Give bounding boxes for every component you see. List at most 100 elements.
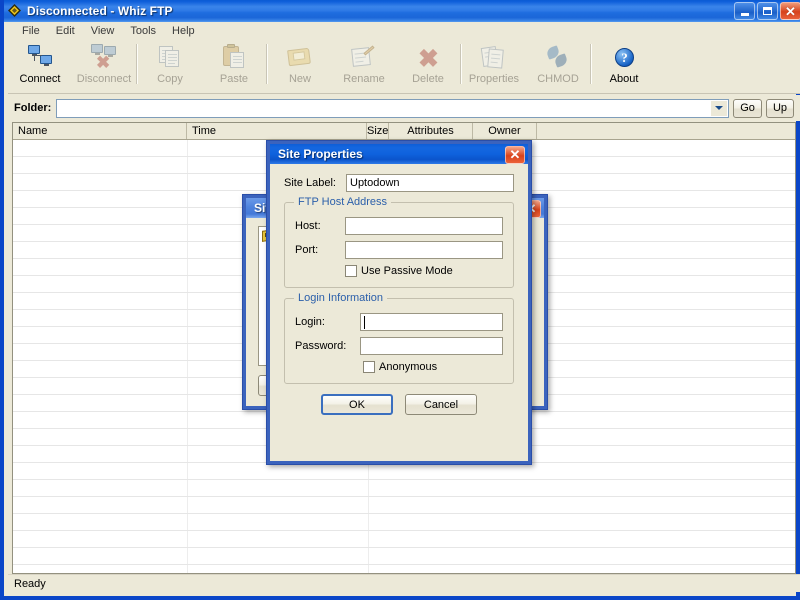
about-help-icon: ?	[609, 44, 639, 72]
up-button[interactable]: Up	[765, 98, 794, 118]
menubar: File Edit View Tools Help	[8, 22, 800, 40]
column-header-name[interactable]: Name	[13, 123, 187, 139]
properties-pages-icon	[479, 44, 509, 72]
port-input[interactable]	[346, 242, 502, 258]
ftp-host-address-group: FTP Host Address Host: Port: Use Passive…	[284, 196, 514, 288]
menu-item-help[interactable]: Help	[164, 24, 203, 38]
site-label-input[interactable]	[347, 175, 513, 191]
text-caret	[363, 316, 365, 329]
toolbar-label-new: New	[288, 73, 311, 85]
toolbar-label-chmod: CHMOD	[537, 73, 579, 85]
file-list-header: Name Time Size Attributes Owner	[13, 123, 795, 140]
passive-mode-checkbox[interactable]	[345, 265, 357, 277]
close-button[interactable]: ✕	[780, 2, 800, 20]
anonymous-checkbox-row[interactable]: Anonymous	[363, 361, 503, 373]
minimize-icon	[740, 12, 749, 16]
window-title: Disconnected - Whiz FTP	[27, 4, 173, 18]
toolbar-label-rename: Rename	[343, 73, 385, 85]
site-label-caption: Site Label:	[284, 177, 336, 189]
minimize-button[interactable]	[734, 2, 755, 20]
toolbar-button-about[interactable]: ? About	[592, 40, 656, 90]
application-window: Disconnected - Whiz FTP ✕ File Edit View…	[0, 0, 800, 600]
toolbar-label-delete: Delete	[412, 73, 444, 85]
column-header-attributes[interactable]: Attributes	[389, 123, 473, 139]
maximize-icon	[763, 7, 772, 15]
login-information-group: Login Information Login: Password: Anony…	[284, 292, 514, 384]
site-properties-content: Site Label: FTP Host Address Host:	[270, 164, 528, 425]
column-header-owner[interactable]: Owner	[473, 123, 537, 139]
menu-item-file[interactable]: File	[14, 24, 48, 38]
login-row: Login:	[295, 313, 503, 331]
menu-item-tools[interactable]: Tools	[122, 24, 164, 38]
password-field[interactable]	[359, 337, 503, 355]
site-properties-title: Site Properties	[278, 147, 363, 161]
passive-mode-checkbox-row[interactable]: Use Passive Mode	[345, 265, 503, 277]
close-icon: ✕	[509, 147, 521, 162]
password-row: Password:	[295, 337, 503, 355]
toolbar-button-connect[interactable]: Connect	[8, 40, 72, 90]
folder-combobox[interactable]	[56, 98, 730, 118]
toolbar-label-about: About	[609, 73, 639, 85]
maximize-button[interactable]	[757, 2, 778, 20]
toolbar-label-disconnect: Disconnect	[76, 73, 132, 85]
site-properties-close-button[interactable]: ✕	[505, 146, 525, 164]
toolbar-label-connect: Connect	[19, 73, 61, 85]
host-caption: Host:	[295, 220, 321, 232]
toolbar-button-chmod[interactable]: CHMOD	[526, 40, 590, 90]
toolbar-button-copy[interactable]: Copy	[138, 40, 202, 90]
password-caption: Password:	[295, 340, 347, 352]
host-input[interactable]	[346, 218, 502, 234]
column-header-size[interactable]: Size	[367, 123, 389, 139]
paste-clipboard-icon	[219, 44, 249, 72]
folder-input[interactable]	[57, 99, 729, 117]
menu-item-edit[interactable]: Edit	[48, 24, 83, 38]
host-row: Host:	[295, 217, 503, 235]
status-text: Ready	[14, 577, 46, 590]
toolbar-button-disconnect[interactable]: ✖ Disconnect	[72, 40, 136, 90]
folder-bar: Folder: Go Up	[8, 95, 800, 121]
anonymous-checkbox[interactable]	[363, 361, 375, 373]
status-bar: Ready	[8, 574, 800, 592]
go-button[interactable]: Go	[733, 98, 762, 118]
column-header-spacer	[537, 123, 795, 139]
connect-network-icon	[25, 44, 55, 72]
anonymous-label: Anonymous	[379, 361, 438, 373]
cancel-button[interactable]: Cancel	[405, 394, 477, 415]
toolbar-label-copy: Copy	[157, 73, 183, 85]
column-header-time[interactable]: Time	[187, 123, 367, 139]
toolbar-label-paste: Paste	[219, 73, 249, 85]
site-label-row: Site Label:	[284, 174, 514, 192]
menu-item-view[interactable]: View	[83, 24, 123, 38]
ftp-host-address-group-title: FTP Host Address	[294, 196, 392, 208]
site-label-field[interactable]	[346, 174, 514, 192]
toolbar-button-rename[interactable]: Rename	[332, 40, 396, 90]
site-properties-dialog[interactable]: Site Properties ✕ Site Label: FTP Host A…	[266, 140, 532, 465]
site-properties-button-row: OK Cancel	[284, 394, 514, 415]
port-field[interactable]	[345, 241, 503, 259]
login-caption: Login:	[295, 316, 325, 328]
folder-label: Folder:	[14, 102, 52, 114]
login-field[interactable]	[359, 313, 503, 331]
new-folder-icon	[285, 44, 315, 72]
delete-x-icon: ✖	[418, 45, 439, 73]
password-input[interactable]	[360, 338, 502, 354]
window-titlebar[interactable]: Disconnected - Whiz FTP ✕	[4, 0, 800, 22]
ok-button[interactable]: OK	[321, 394, 393, 415]
site-properties-body: Site Label: FTP Host Address Host:	[267, 164, 531, 464]
chmod-arrows-icon	[543, 44, 573, 72]
whiz-ftp-diamond-icon	[7, 3, 23, 19]
toolbar-button-new[interactable]: New	[268, 40, 332, 90]
disconnect-network-icon: ✖	[89, 44, 119, 72]
toolbar-button-delete[interactable]: ✖ Delete	[396, 40, 460, 90]
copy-pages-icon	[155, 44, 185, 72]
site-properties-titlebar[interactable]: Site Properties ✕	[267, 141, 531, 164]
port-caption: Port:	[295, 244, 319, 256]
host-field[interactable]	[345, 217, 503, 235]
close-icon: ✕	[785, 3, 796, 19]
login-input[interactable]	[360, 314, 502, 330]
toolbar-button-properties[interactable]: Properties	[462, 40, 526, 90]
toolbar-button-paste[interactable]: Paste	[202, 40, 266, 90]
chevron-down-icon[interactable]	[711, 100, 728, 116]
rename-pencil-icon	[349, 44, 379, 72]
passive-mode-label: Use Passive Mode	[361, 265, 453, 277]
